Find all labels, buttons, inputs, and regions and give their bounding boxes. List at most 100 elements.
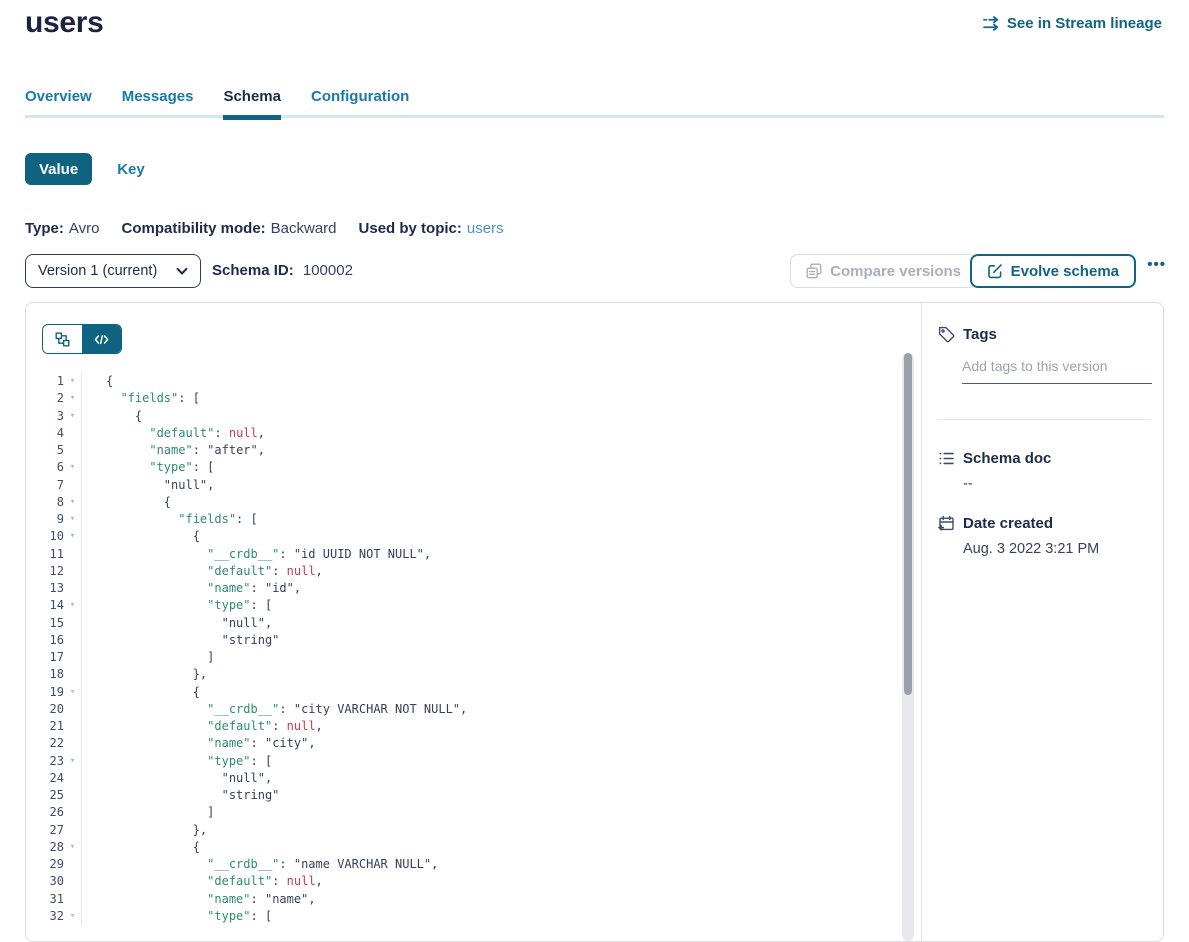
tab-overview[interactable]: Overview [25, 88, 92, 117]
line-number: 5 [26, 442, 64, 459]
compatibility-label: Compatibility mode: [121, 220, 265, 237]
line-number: 30 [26, 873, 64, 890]
compare-versions-icon [806, 263, 822, 279]
line-number: 18 [26, 666, 64, 683]
controls-row: Version 1 (current) Schema ID: 100002 Co… [25, 254, 1164, 288]
version-select[interactable]: Version 1 (current) [25, 254, 201, 288]
fold-spacer [64, 701, 81, 718]
compare-versions-button[interactable]: Compare versions [790, 254, 977, 288]
code-line: 30 "default": null, [26, 873, 901, 890]
fold-arrow-icon[interactable]: ▾ [64, 839, 81, 856]
schema-doc-value: -- [963, 476, 1149, 492]
code-line: 12 "default": null, [26, 563, 901, 580]
code-line-text: }, [81, 822, 901, 839]
fold-arrow-icon[interactable]: ▾ [64, 528, 81, 545]
fold-arrow-icon[interactable]: ▾ [64, 908, 81, 925]
code-line: 21 "default": null, [26, 718, 901, 735]
fold-spacer [64, 718, 81, 735]
schema-id-label: Schema ID: [212, 262, 294, 279]
tags-input-wrap [962, 358, 1152, 384]
fold-arrow-icon[interactable]: ▾ [64, 390, 81, 407]
tags-input[interactable] [962, 358, 1152, 374]
fold-arrow-icon[interactable]: ▾ [64, 597, 81, 614]
code-line-text: ] [81, 649, 901, 666]
code-line-text: "null", [81, 615, 901, 632]
code-line: 8▾ { [26, 494, 901, 511]
fold-arrow-icon[interactable]: ▾ [64, 684, 81, 701]
code-line-text: "name": "city", [81, 735, 901, 752]
code-line: 23▾ "type": [ [26, 753, 901, 770]
code-line-text: "null", [81, 770, 901, 787]
code-line: 2▾ "fields": [ [26, 390, 901, 407]
code-line: 18 }, [26, 666, 901, 683]
line-number: 32 [26, 908, 64, 925]
code-line: 15 "null", [26, 615, 901, 632]
date-created-section-title: Date created [938, 515, 1149, 532]
line-number: 17 [26, 649, 64, 666]
fold-spacer [64, 787, 81, 804]
line-number: 29 [26, 856, 64, 873]
tab-configuration[interactable]: Configuration [311, 88, 409, 117]
code-line: 3▾ { [26, 408, 901, 425]
code-line-text: "fields": [ [81, 390, 901, 407]
calendar-plus-icon [938, 515, 955, 532]
code-line-text: "default": null, [81, 563, 901, 580]
schema-panel: 1▾{2▾ "fields": [3▾ {4 "default": null,5… [25, 302, 1164, 942]
fold-arrow-icon[interactable]: ▾ [64, 494, 81, 511]
line-number: 26 [26, 804, 64, 821]
topic-link[interactable]: users [467, 220, 504, 237]
list-icon [938, 450, 955, 467]
line-number: 23 [26, 753, 64, 770]
line-number: 9 [26, 511, 64, 528]
tree-view-button[interactable] [43, 325, 82, 353]
version-select-value: Version 1 (current) [38, 263, 176, 279]
stream-lineage-label: See in Stream lineage [1007, 15, 1162, 32]
compare-versions-label: Compare versions [830, 263, 961, 280]
fold-arrow-icon[interactable]: ▾ [64, 373, 81, 390]
code-line-text: { [81, 408, 901, 425]
code-line-text: "default": null, [81, 718, 901, 735]
tab-messages[interactable]: Messages [122, 88, 194, 117]
code-line: 26 ] [26, 804, 901, 821]
code-line: 17 ] [26, 649, 901, 666]
code-line: 10▾ { [26, 528, 901, 545]
code-line-text: "name": "name", [81, 891, 901, 908]
value-tab-button[interactable]: Value [25, 153, 92, 185]
line-number: 7 [26, 477, 64, 494]
code-line-text: "__crdb__": "id UUID NOT NULL", [81, 546, 901, 563]
line-number: 12 [26, 563, 64, 580]
code-line: 27 }, [26, 822, 901, 839]
line-number: 25 [26, 787, 64, 804]
fold-spacer [64, 822, 81, 839]
fold-arrow-icon[interactable]: ▾ [64, 408, 81, 425]
scrollbar-thumb[interactable] [904, 353, 912, 695]
stream-lineage-link[interactable]: See in Stream lineage [983, 15, 1162, 32]
fold-spacer [64, 546, 81, 563]
code-line-text: "null", [81, 477, 901, 494]
key-tab-button[interactable]: Key [117, 161, 145, 178]
code-line: 19▾ { [26, 684, 901, 701]
more-options-button[interactable]: ••• [1147, 256, 1166, 273]
fold-spacer [64, 425, 81, 442]
tree-view-icon [55, 332, 70, 347]
line-number: 19 [26, 684, 64, 701]
line-number: 16 [26, 632, 64, 649]
type-value: Avro [69, 220, 100, 237]
fold-spacer [64, 632, 81, 649]
evolve-schema-label: Evolve schema [1011, 263, 1119, 280]
line-number: 3 [26, 408, 64, 425]
tab-schema[interactable]: Schema [223, 88, 281, 117]
stream-lineage-icon [983, 15, 1000, 32]
code-line: 9▾ "fields": [ [26, 511, 901, 528]
evolve-schema-button[interactable]: Evolve schema [970, 254, 1136, 288]
code-view-button[interactable] [82, 325, 121, 353]
schema-key-value-toggle: Value Key [25, 153, 145, 185]
fold-arrow-icon[interactable]: ▾ [64, 511, 81, 528]
schema-id: Schema ID: 100002 [212, 262, 353, 279]
tags-title: Tags [963, 326, 997, 343]
fold-arrow-icon[interactable]: ▾ [64, 459, 81, 476]
fold-spacer [64, 666, 81, 683]
fold-spacer [64, 873, 81, 890]
fold-spacer [64, 735, 81, 752]
fold-arrow-icon[interactable]: ▾ [64, 753, 81, 770]
